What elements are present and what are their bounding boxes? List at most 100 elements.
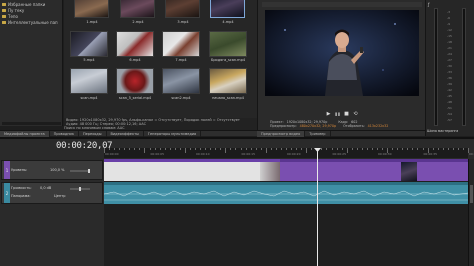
ruler-tick — [235, 148, 237, 150]
vertical-scrollbar[interactable] — [468, 159, 474, 266]
tree-item-label: Интеллектуальные пап — [8, 20, 58, 25]
media-thumbnail[interactable] — [116, 68, 154, 94]
media-thumbnail[interactable] — [116, 31, 154, 57]
ruler-tick — [402, 148, 404, 150]
tree-item[interactable]: Избранные папки — [2, 2, 45, 7]
video-clip-thumbnail[interactable] — [260, 159, 280, 181]
tab-video-preview[interactable]: Предпросмотр видео — [257, 130, 306, 137]
loop-button[interactable]: ⟲ — [353, 111, 358, 117]
media-caption: 1.mp4 — [86, 20, 98, 24]
ruler-tick — [311, 148, 313, 150]
track-number: 1 — [4, 161, 10, 179]
track-number: 2 — [4, 183, 10, 203]
media-thumbnail[interactable] — [165, 0, 200, 18]
ruler-tick — [291, 148, 293, 150]
media-thumbnail[interactable] — [162, 31, 200, 57]
tree-item[interactable]: Интеллектуальные пап — [2, 20, 58, 25]
folder-icon — [2, 21, 6, 24]
track-pan-label: Панорама: — [11, 194, 31, 198]
meter-tick-label: -39 — [447, 82, 452, 86]
tab-trimmer[interactable]: Триммер — [305, 130, 331, 137]
ruler-tick — [144, 148, 146, 153]
tab-video-fx[interactable]: Видеоэффекты — [107, 130, 144, 137]
ruler-tick — [154, 148, 156, 150]
level-slider[interactable] — [70, 169, 90, 173]
audio-clip[interactable] — [104, 182, 468, 204]
preview-toolbar — [262, 2, 422, 7]
ruler-tick — [321, 148, 323, 150]
pause-button[interactable]: ❚❚ — [335, 112, 341, 117]
ruler-tick — [129, 148, 131, 150]
media-thumbnail[interactable] — [209, 68, 247, 94]
ruler-tick — [447, 148, 449, 150]
meter-tick-label: -45 — [447, 94, 452, 98]
ruler-tick — [280, 148, 282, 150]
meter-tick-label: -54 — [447, 112, 452, 116]
horizontal-scrollbar[interactable] — [2, 122, 61, 125]
media-caption: 2.mp4 — [132, 20, 144, 24]
ruler-tick — [270, 148, 272, 150]
tab-explorer[interactable]: Проводник — [50, 130, 79, 137]
meter-left — [434, 8, 438, 126]
media-thumbnail[interactable] — [70, 68, 108, 94]
performer-frame — [265, 10, 419, 96]
media-caption: scan2.mp4 — [171, 96, 191, 100]
folder-icon — [2, 15, 6, 18]
ruler-tick — [220, 148, 222, 150]
tab-media-generators[interactable]: Генераторы мультимедиа — [144, 130, 202, 137]
left-panel-tabs: Медиафайлы проекта Проводник Переходы Ви… — [0, 130, 257, 137]
meter-tick-label: -33 — [447, 70, 452, 74]
preview-label: Предпросмотр: — [270, 124, 297, 129]
media-caption: 6.mp4 — [129, 58, 141, 62]
media-thumbnail[interactable] — [162, 68, 200, 94]
video-clip[interactable] — [104, 159, 260, 181]
ruler-tick — [215, 148, 217, 150]
ruler-tick — [169, 148, 171, 150]
volume-slider[interactable] — [70, 187, 90, 191]
ruler-tick — [124, 148, 126, 150]
media-caption: начало_scan.mp4 — [212, 96, 244, 100]
ruler-tick — [134, 148, 136, 150]
ruler-label: 00:00:10 — [196, 152, 210, 156]
ruler-label: 00:00:05 — [150, 152, 164, 156]
media-thumbnail[interactable] — [120, 0, 155, 18]
timeline-tracks[interactable] — [104, 159, 468, 266]
stop-button[interactable]: ■ — [344, 111, 349, 117]
tree-item[interactable]: Тепо — [2, 14, 18, 19]
tab-transitions[interactable]: Переходы — [79, 130, 107, 137]
fx-icon[interactable]: ƒ — [428, 2, 429, 7]
ruler-tick — [255, 148, 257, 150]
ruler-tick — [164, 148, 166, 150]
meter-tick-label: -3 — [447, 10, 450, 14]
video-track-header[interactable]: 1 Уровень: 100,0 % — [1, 160, 103, 180]
tree-item[interactable]: Пу теку — [2, 8, 24, 13]
ruler-tick — [361, 148, 363, 150]
ruler-tick — [139, 148, 141, 150]
ruler-tick — [189, 148, 191, 150]
ruler-tick — [452, 148, 454, 150]
tree-item-label: Избранные папки — [8, 2, 46, 7]
meter-tick-label: -27 — [447, 58, 452, 62]
media-caption: 7.mp4 — [175, 58, 187, 62]
ruler-tick — [392, 148, 394, 150]
ruler-label: 00:00:40 — [469, 152, 474, 156]
ruler-tick — [179, 148, 181, 150]
video-clip[interactable] — [280, 159, 468, 181]
meter-tick-label: -57 — [447, 118, 452, 122]
play-button[interactable]: ▶ — [326, 111, 331, 117]
meter-tick-label: -6 — [447, 16, 450, 20]
playhead[interactable] — [317, 150, 318, 266]
audio-track-header[interactable]: 2 Громкость: 0,0 dB Панорама: Центр — [1, 182, 103, 204]
time-ruler[interactable]: 00:00:00 00:00:05 00:00:10 00:00:15 00:00:20… — [104, 148, 474, 158]
meter-tick-label: -51 — [447, 106, 452, 110]
media-caption: Бродяга_scan.mp4 — [210, 58, 246, 62]
media-thumbnail[interactable] — [70, 31, 108, 57]
ruler-tick — [260, 148, 262, 150]
media-thumbnail[interactable] — [210, 0, 245, 18]
ruler-tick — [159, 148, 161, 150]
tab-project-media[interactable]: Медиафайлы проекта — [0, 130, 50, 137]
media-thumbnail[interactable] — [74, 0, 109, 18]
media-thumbnail[interactable] — [209, 31, 247, 57]
ruler-tick — [457, 148, 459, 150]
tree-item-label: Пу теку — [8, 8, 25, 13]
